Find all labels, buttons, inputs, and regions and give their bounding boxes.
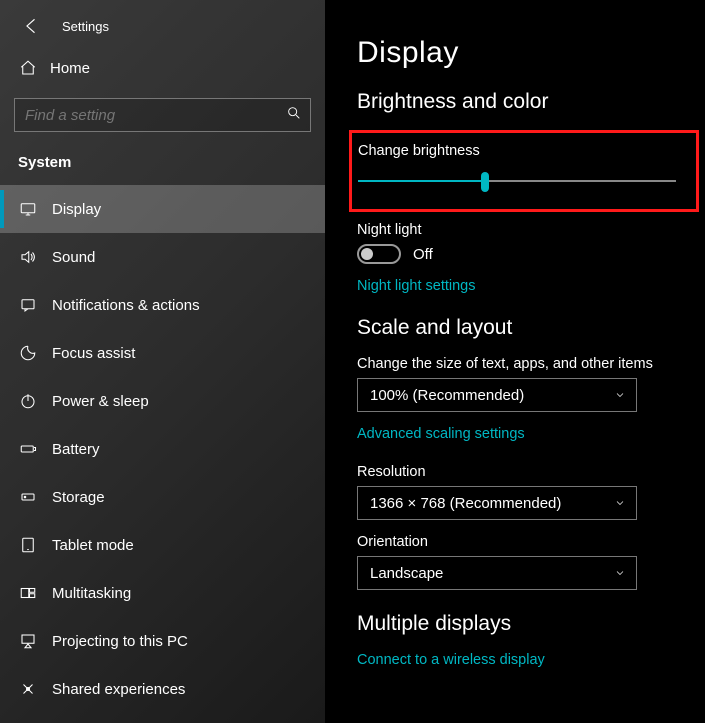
brightness-highlight: Change brightness [349,130,699,212]
search-icon [286,105,302,126]
nav-label: Display [52,201,101,218]
chevron-down-icon [614,567,626,579]
night-light-label: Night light [357,222,705,238]
slider-thumb[interactable] [481,172,489,192]
page-title: Display [357,36,705,70]
section-brightness: Brightness and color [357,90,705,114]
brightness-label: Change brightness [358,143,682,159]
notifications-icon [18,295,38,315]
chevron-down-icon [614,389,626,401]
orientation-label: Orientation [357,534,705,550]
nav-battery[interactable]: Battery [0,425,325,473]
nav-label: Battery [52,441,100,458]
nav-label: Sound [52,249,95,266]
section-multiple-displays: Multiple displays [357,612,705,636]
resolution-value: 1366 × 768 (Recommended) [370,495,561,512]
display-icon [18,199,38,219]
chevron-down-icon [614,497,626,509]
nav-display[interactable]: Display [0,185,325,233]
projecting-icon [18,631,38,651]
search-input[interactable] [25,107,286,124]
orientation-value: Landscape [370,565,443,582]
nav-storage[interactable]: Storage [0,473,325,521]
power-icon [18,391,38,411]
advanced-scaling-link[interactable]: Advanced scaling settings [357,426,705,442]
focus-assist-icon [18,343,38,363]
nav-sound[interactable]: Sound [0,233,325,281]
home-link[interactable]: Home [0,40,325,92]
nav-label: Power & sleep [52,393,149,410]
nav-label: Shared experiences [52,681,185,698]
sound-icon [18,247,38,267]
nav-label: Notifications & actions [52,297,200,314]
nav-notifications[interactable]: Notifications & actions [0,281,325,329]
multitasking-icon [18,583,38,603]
scale-select[interactable]: 100% (Recommended) [357,378,637,412]
nav-label: Storage [52,489,105,506]
scale-label: Change the size of text, apps, and other… [357,356,705,372]
orientation-select[interactable]: Landscape [357,556,637,590]
nav-label: Focus assist [52,345,135,362]
nav-shared-experiences[interactable]: Shared experiences [0,665,325,713]
back-button[interactable] [18,12,46,40]
nav-focus-assist[interactable]: Focus assist [0,329,325,377]
nav-power-sleep[interactable]: Power & sleep [0,377,325,425]
toggle-knob [361,248,373,260]
battery-icon [18,439,38,459]
nav-projecting[interactable]: Projecting to this PC [0,617,325,665]
section-scale: Scale and layout [357,316,705,340]
resolution-select[interactable]: 1366 × 768 (Recommended) [357,486,637,520]
sidebar: Settings Home System Display Sound Notif… [0,0,325,723]
search-box[interactable] [14,98,311,132]
app-title: Settings [62,19,109,34]
arrow-left-icon [22,16,42,36]
shared-icon [18,679,38,699]
nav-multitasking[interactable]: Multitasking [0,569,325,617]
slider-fill [358,180,485,182]
tablet-icon [18,535,38,555]
category-label: System [0,150,325,185]
home-icon [18,58,38,78]
night-light-state: Off [413,246,433,263]
nav-label: Tablet mode [52,537,134,554]
main-content: Display Brightness and color Change brig… [325,0,705,723]
night-light-settings-link[interactable]: Night light settings [357,278,705,294]
nav-tablet-mode[interactable]: Tablet mode [0,521,325,569]
resolution-label: Resolution [357,464,705,480]
storage-icon [18,487,38,507]
home-label: Home [50,60,90,77]
wireless-display-link[interactable]: Connect to a wireless display [357,652,705,668]
nav-label: Projecting to this PC [52,633,188,650]
night-light-toggle[interactable] [357,244,401,264]
nav-label: Multitasking [52,585,131,602]
scale-value: 100% (Recommended) [370,387,524,404]
brightness-slider[interactable] [358,171,676,191]
